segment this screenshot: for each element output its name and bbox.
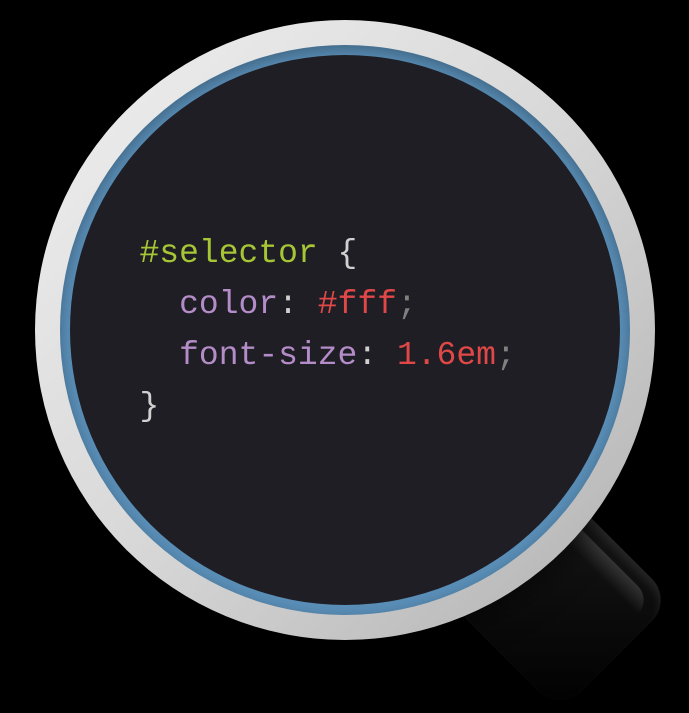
magnifying-glass-icon: #selector { color: #fff; font-size: 1.6e…: [35, 20, 655, 640]
magnifier-lens: #selector { color: #fff; font-size: 1.6e…: [70, 55, 620, 605]
brace-open: {: [318, 235, 358, 272]
css-value: #fff: [318, 286, 397, 323]
brace-close: }: [140, 388, 160, 425]
css-value: 1.6em: [397, 337, 496, 374]
css-selector: #selector: [140, 235, 318, 272]
css-code-block: #selector { color: #fff; font-size: 1.6e…: [140, 228, 516, 433]
css-property: color: [179, 286, 278, 323]
css-property: font-size: [179, 337, 357, 374]
